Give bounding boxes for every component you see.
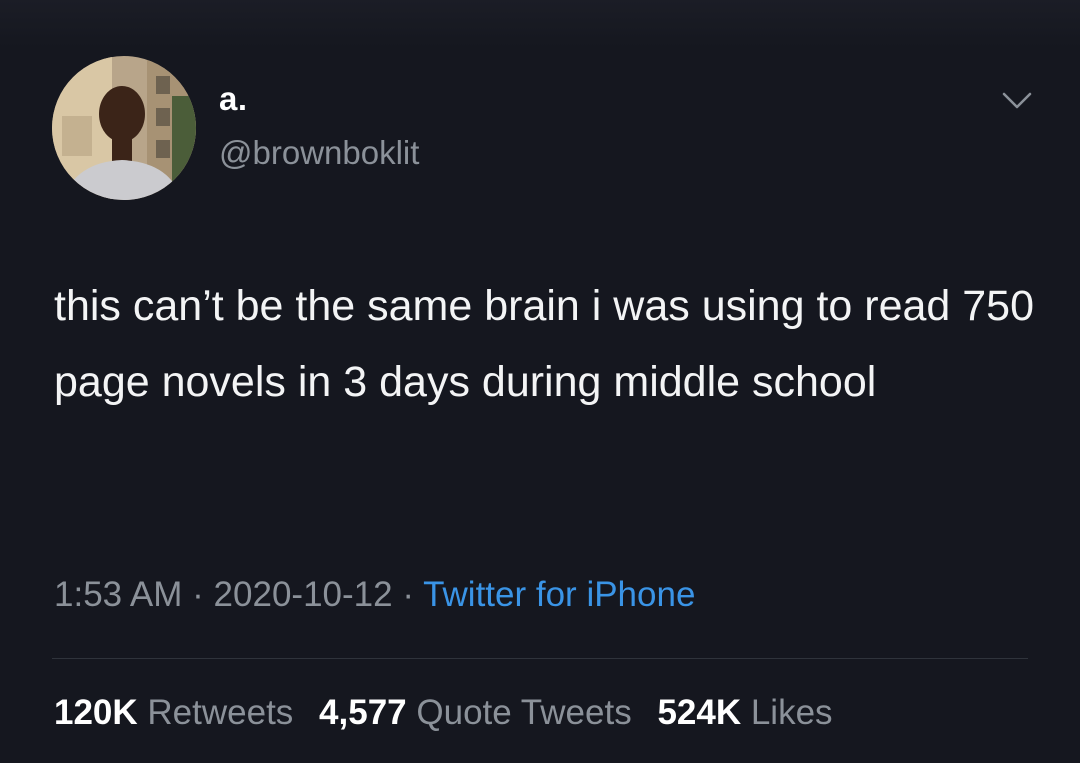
avatar-photo [52,56,196,200]
quote-tweets-stat[interactable]: 4,577 Quote Tweets [319,693,632,732]
avatar[interactable] [52,56,196,200]
likes-count: 524K [657,693,742,732]
quote-tweets-count: 4,577 [319,693,407,732]
quote-tweets-label: Quote Tweets [416,693,632,732]
divider [52,658,1028,659]
tweet-date: 2020-10-12 [213,575,393,614]
likes-stat[interactable]: 524K Likes [657,693,832,732]
chevron-down-icon[interactable] [1000,88,1034,112]
meta-separator: · [192,575,204,614]
likes-label: Likes [750,693,833,732]
engagement-stats: 120K Retweets 4,577 Quote Tweets 524K Li… [54,693,833,733]
tweet-source-link[interactable]: Twitter for iPhone [423,575,695,614]
user-handle[interactable]: @brownboklit [219,134,419,172]
tweet-meta: 1:53 AM · 2020-10-12 · Twitter for iPhon… [54,575,695,615]
meta-separator: · [402,575,414,614]
display-name[interactable]: a. [219,80,248,118]
top-shade [0,0,1080,48]
retweets-count: 120K [54,693,138,732]
retweets-stat[interactable]: 120K Retweets [54,693,293,732]
tweet-time: 1:53 AM [54,575,183,614]
retweets-label: Retweets [147,693,294,732]
tweet-text: this can’t be the same brain i was using… [54,282,1035,406]
